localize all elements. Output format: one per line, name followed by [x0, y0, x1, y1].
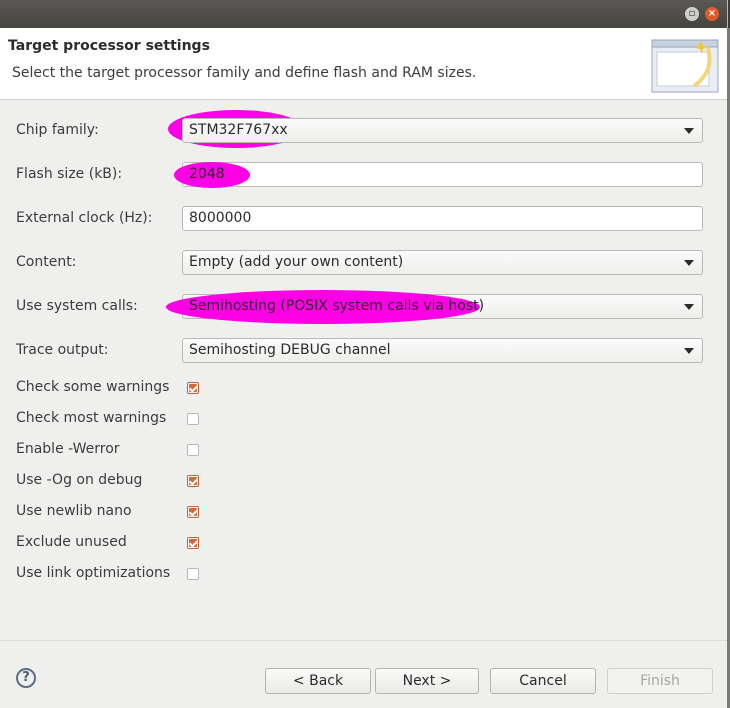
wizard-banner: Target processor settings Select the tar… [0, 28, 727, 100]
flash-size-label: Flash size (kB): [16, 166, 123, 182]
check-some-warnings-checkbox[interactable] [187, 382, 199, 394]
content-select[interactable]: Empty (add your own content) [182, 250, 703, 275]
trace-output-select[interactable]: Semihosting DEBUG channel [182, 338, 703, 363]
external-clock-label: External clock (Hz): [16, 210, 153, 226]
link-optimizations-label: Use link optimizations [16, 565, 171, 581]
page-description: Select the target processor family and d… [12, 65, 477, 81]
enable-werror-label: Enable -Werror [16, 441, 120, 457]
chevron-down-icon [684, 260, 694, 266]
system-calls-value: Semihosting (POSIX system calls via host… [189, 298, 485, 314]
check-most-warnings-checkbox[interactable] [187, 413, 199, 425]
check-most-warnings-label: Check most warnings [16, 410, 167, 426]
close-icon[interactable]: × [705, 7, 719, 21]
maximize-icon[interactable]: ▫ [685, 7, 699, 21]
exclude-unused-checkbox[interactable] [187, 537, 199, 549]
title-bar: ▫ × [0, 0, 727, 28]
back-button[interactable]: < Back [265, 668, 371, 694]
content-label: Content: [16, 254, 77, 270]
wizard-dialog: ▫ × Target processor settings Select the… [0, 0, 728, 708]
system-calls-label: Use system calls: [16, 298, 138, 314]
external-clock-value: 8000000 [189, 210, 252, 226]
newlib-nano-checkbox[interactable] [187, 506, 199, 518]
use-og-checkbox[interactable] [187, 475, 199, 487]
newlib-nano-label: Use newlib nano [16, 503, 132, 519]
content-value: Empty (add your own content) [189, 254, 404, 270]
chevron-down-icon [684, 128, 694, 134]
cancel-button[interactable]: Cancel [490, 668, 596, 694]
chip-family-value: STM32F767xx [189, 122, 288, 138]
flash-size-input[interactable]: 2048 [182, 162, 703, 187]
trace-output-value: Semihosting DEBUG channel [189, 342, 391, 358]
chevron-down-icon [684, 348, 694, 354]
check-some-warnings-label: Check some warnings [16, 379, 170, 395]
chip-family-select[interactable]: STM32F767xx [182, 118, 703, 143]
exclude-unused-label: Exclude unused [16, 534, 127, 550]
wizard-window-icon [651, 39, 719, 93]
trace-output-label: Trace output: [16, 342, 109, 358]
finish-button[interactable]: Finish [607, 668, 713, 694]
flash-size-value: 2048 [189, 166, 225, 182]
page-title: Target processor settings [8, 38, 210, 54]
next-button[interactable]: Next > [375, 668, 479, 694]
link-optimizations-checkbox[interactable] [187, 568, 199, 580]
chevron-down-icon [684, 304, 694, 310]
use-og-label: Use -Og on debug [16, 472, 143, 488]
external-clock-input[interactable]: 8000000 [182, 206, 703, 231]
enable-werror-checkbox[interactable] [187, 444, 199, 456]
help-icon[interactable]: ? [16, 668, 36, 688]
chip-family-label: Chip family: [16, 122, 99, 138]
footer-divider [0, 640, 727, 641]
